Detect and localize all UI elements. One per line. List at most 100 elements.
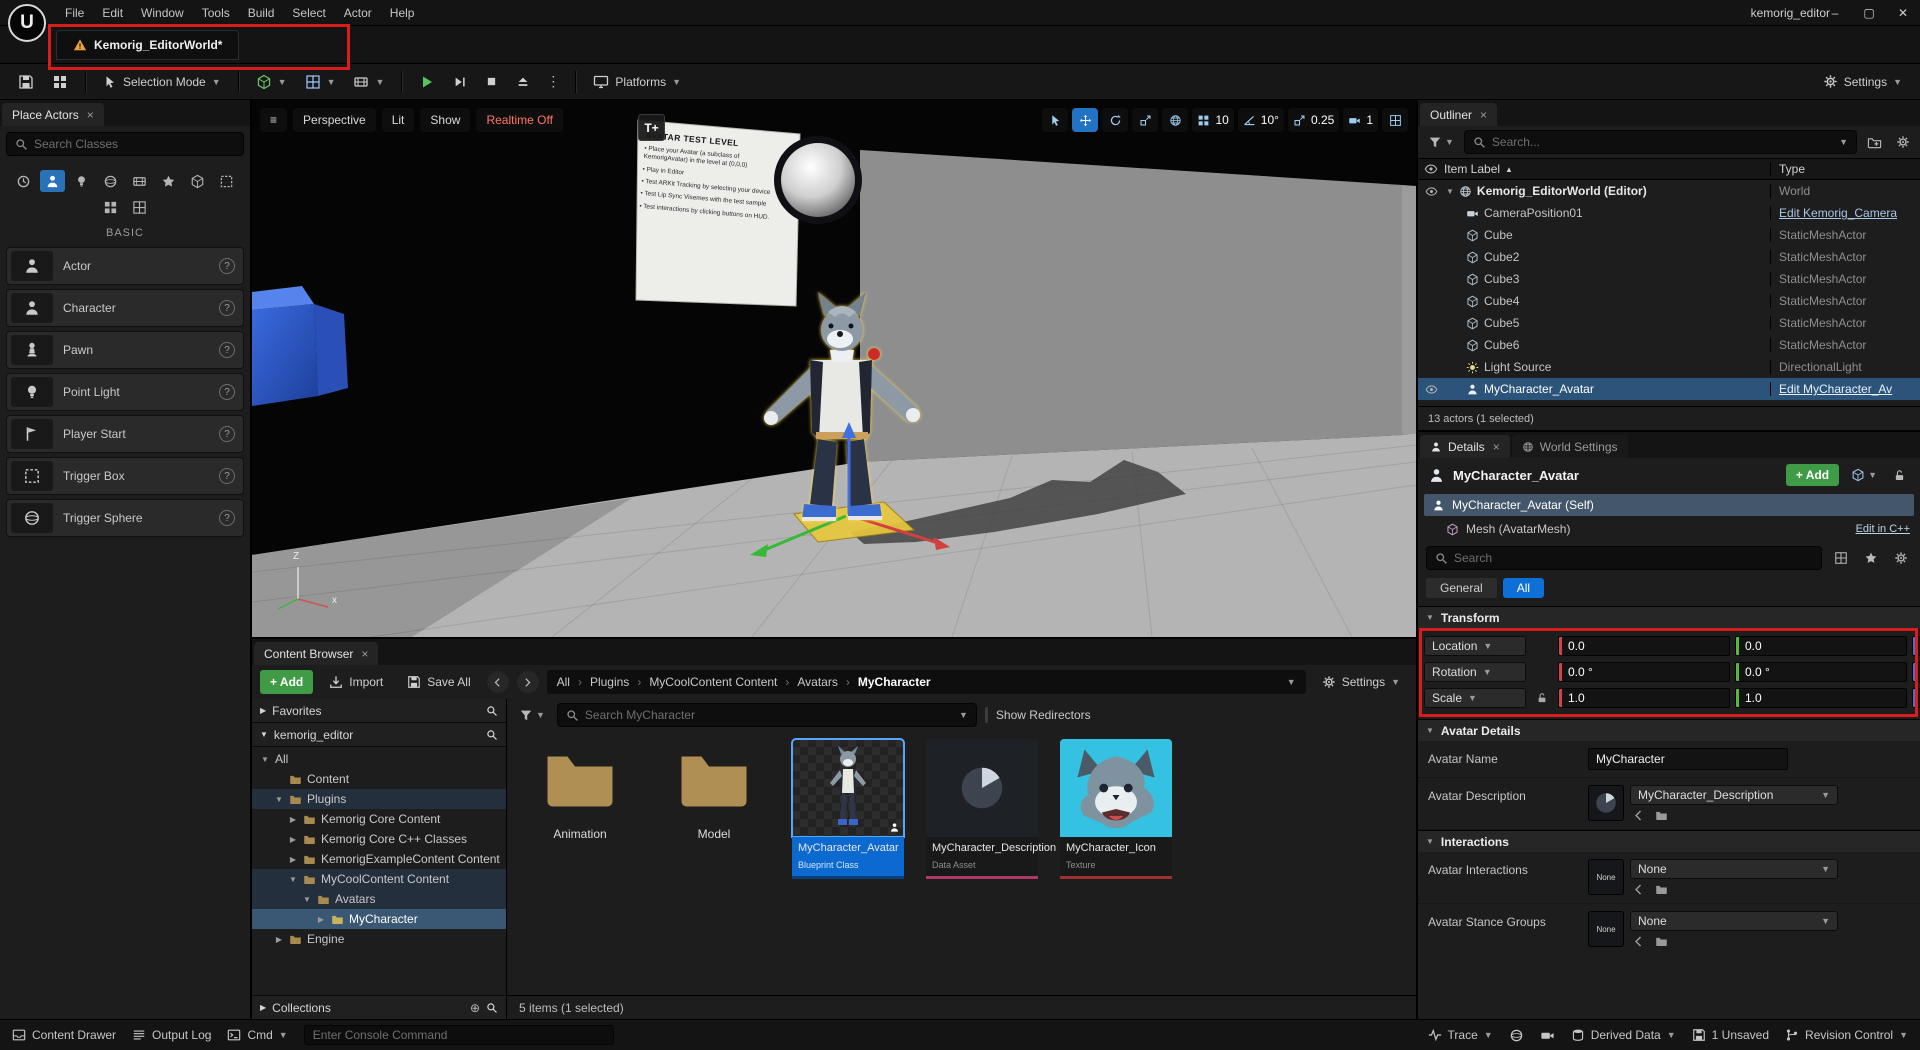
stop-button[interactable] xyxy=(477,69,506,95)
location-y-field[interactable] xyxy=(1735,636,1907,656)
outliner-row-world[interactable]: ▼Kemorig_EditorWorld (Editor) World xyxy=(1418,180,1920,202)
help-icon[interactable]: ? xyxy=(219,426,235,442)
tree-item-plugins[interactable]: ▼Plugins xyxy=(252,789,506,809)
browse-to-asset-icon[interactable] xyxy=(1655,883,1668,896)
cmd-dropdown[interactable]: Cmd ▼ xyxy=(227,1028,287,1042)
help-icon[interactable]: ? xyxy=(219,468,235,484)
viewport-menu-icon[interactable]: ≡ xyxy=(260,108,287,132)
place-actors-search[interactable] xyxy=(6,132,244,156)
import-button[interactable]: Import xyxy=(321,669,391,695)
help-icon[interactable]: ? xyxy=(219,258,235,274)
grid-snap-toggle[interactable]: 10 xyxy=(1192,108,1233,132)
avatar-description-dropdown[interactable]: MyCharacter_Description▼ xyxy=(1630,785,1838,805)
rotation-y-field[interactable] xyxy=(1735,662,1907,682)
level-viewport[interactable]: ≡ Perspective Lit Show Realtime Off T+ 1… xyxy=(252,100,1416,637)
chevron-down-icon[interactable]: ▼ xyxy=(260,730,268,739)
place-actor-trigger-box[interactable]: Trigger Box ? xyxy=(6,457,244,495)
blueprints-dropdown[interactable]: ▼ xyxy=(297,69,344,95)
perspective-dropdown[interactable]: Perspective xyxy=(293,108,376,132)
tree-item-avatars[interactable]: ▼Avatars xyxy=(252,889,506,909)
close-icon[interactable]: × xyxy=(361,647,368,661)
effects-category-icon[interactable] xyxy=(156,170,181,192)
scale-lock-icon[interactable] xyxy=(1536,692,1548,704)
all-classes-icon[interactable] xyxy=(98,196,123,218)
filter-icon[interactable]: ▼ xyxy=(515,703,549,727)
add-collection-icon[interactable]: ⊕ xyxy=(470,1001,480,1015)
eject-button[interactable] xyxy=(508,69,538,95)
scale-snap-toggle[interactable]: 0.25 xyxy=(1288,108,1339,132)
rotation-dropdown[interactable]: Rotation▼ xyxy=(1424,662,1526,682)
blueprint-options-icon[interactable]: ▼ xyxy=(1847,463,1881,487)
volumes-category-icon[interactable] xyxy=(214,170,239,192)
place-actor-character[interactable]: Character ? xyxy=(6,289,244,327)
asset-folder-model[interactable]: Model xyxy=(655,739,773,841)
asset-mycharacter-avatar[interactable]: MyCharacter_Avatar Blueprint Class xyxy=(789,739,907,879)
derived-data-dropdown[interactable]: Derived Data ▼ xyxy=(1571,1028,1676,1042)
rotate-tool-icon[interactable] xyxy=(1102,108,1128,132)
content-drawer-button[interactable]: Content Drawer xyxy=(12,1028,116,1042)
rotation-z-field[interactable] xyxy=(1912,662,1920,682)
filter-general-button[interactable]: General xyxy=(1426,578,1497,598)
menu-tools[interactable]: Tools xyxy=(193,6,239,20)
menu-actor[interactable]: Actor xyxy=(335,6,381,20)
breadcrumb-all[interactable]: All xyxy=(557,675,570,689)
stance-none-thumbnail[interactable]: None xyxy=(1588,911,1624,947)
tree-item-mycoolcontent[interactable]: ▼MyCoolContent Content xyxy=(252,869,506,889)
outliner-row-cube5[interactable]: Cube5 StaticMeshActor xyxy=(1418,312,1920,334)
back-button[interactable] xyxy=(487,671,509,693)
asset-folder-animation[interactable]: Animation xyxy=(521,739,639,841)
lights-category-icon[interactable] xyxy=(69,170,94,192)
use-selected-asset-icon[interactable] xyxy=(1632,935,1645,948)
new-folder-icon[interactable] xyxy=(1863,130,1886,154)
section-avatar-details[interactable]: ▼ Avatar Details xyxy=(1418,719,1920,741)
menu-edit[interactable]: Edit xyxy=(93,6,132,20)
play-options-kebab-icon[interactable]: ⋮ xyxy=(540,73,566,90)
eye-icon[interactable] xyxy=(1425,383,1438,396)
menu-select[interactable]: Select xyxy=(283,6,334,20)
selection-mode-dropdown[interactable]: Selection Mode ▼ xyxy=(95,69,229,95)
outliner-row-cameraposition01[interactable]: CameraPosition01 Edit Kemorig_Camera xyxy=(1418,202,1920,224)
outliner-search[interactable]: ▼ xyxy=(1464,130,1857,154)
place-actor-player-start[interactable]: Player Start ? xyxy=(6,415,244,453)
rotation-snap-toggle[interactable]: 10° xyxy=(1238,108,1284,132)
show-dropdown[interactable]: Show xyxy=(420,108,470,132)
location-x-field[interactable] xyxy=(1558,636,1730,656)
chevron-right-icon[interactable]: ▶ xyxy=(260,1003,266,1012)
content-browser-settings-dropdown[interactable]: Settings ▼ xyxy=(1314,669,1408,695)
avatar-stance-groups-dropdown[interactable]: None▼ xyxy=(1630,911,1838,931)
tab-world-settings[interactable]: World Settings xyxy=(1512,435,1628,458)
tree-item-all[interactable]: ▼All xyxy=(252,749,506,769)
favorites-header[interactable]: ▶ Favorites xyxy=(252,699,506,723)
display-options-icon[interactable] xyxy=(1830,546,1852,570)
outliner-row-cube3[interactable]: Cube3 StaticMeshActor xyxy=(1418,268,1920,290)
column-item-label[interactable]: Item Label▲ xyxy=(1444,162,1770,176)
save-all-button[interactable]: Save All xyxy=(399,669,478,695)
text-tool-icon[interactable]: T+ xyxy=(638,114,665,141)
menu-file[interactable]: File xyxy=(56,6,93,20)
location-dropdown[interactable]: Location▼ xyxy=(1424,636,1526,656)
browse-to-asset-icon[interactable] xyxy=(1655,935,1668,948)
avatar-name-field[interactable] xyxy=(1588,748,1788,770)
panels-category-icon[interactable] xyxy=(127,196,152,218)
editor-modes-icon[interactable] xyxy=(44,69,76,95)
path-dropdown-icon[interactable]: ▼ xyxy=(1287,677,1296,687)
edit-camera-link[interactable]: Edit Kemorig_Camera xyxy=(1779,206,1897,220)
breadcrumb-plugins[interactable]: Plugins xyxy=(590,675,629,689)
scale-tool-icon[interactable] xyxy=(1132,108,1158,132)
tree-item-kemorig-example[interactable]: ▶KemorigExampleContent Content xyxy=(252,849,506,869)
chevron-down-icon[interactable]: ▼ xyxy=(1839,137,1848,147)
place-actor-trigger-sphere[interactable]: Trigger Sphere ? xyxy=(6,499,244,537)
trace-dropdown[interactable]: Trace ▼ xyxy=(1428,1028,1493,1042)
close-icon[interactable]: × xyxy=(1493,440,1500,454)
location-z-field[interactable] xyxy=(1912,636,1920,656)
select-tool-icon[interactable] xyxy=(1042,108,1068,132)
component-self-row[interactable]: MyCharacter_Avatar (Self) xyxy=(1424,494,1914,516)
splitter-handle[interactable] xyxy=(985,707,988,723)
forward-button[interactable] xyxy=(517,671,539,693)
outliner-row-cube6[interactable]: Cube6 StaticMeshActor xyxy=(1418,334,1920,356)
menu-window[interactable]: Window xyxy=(132,6,193,20)
output-log-button[interactable]: Output Log xyxy=(132,1028,211,1042)
description-asset-thumbnail[interactable] xyxy=(1588,785,1624,821)
outliner-search-input[interactable] xyxy=(1492,135,1833,149)
eye-icon[interactable] xyxy=(1418,162,1444,176)
